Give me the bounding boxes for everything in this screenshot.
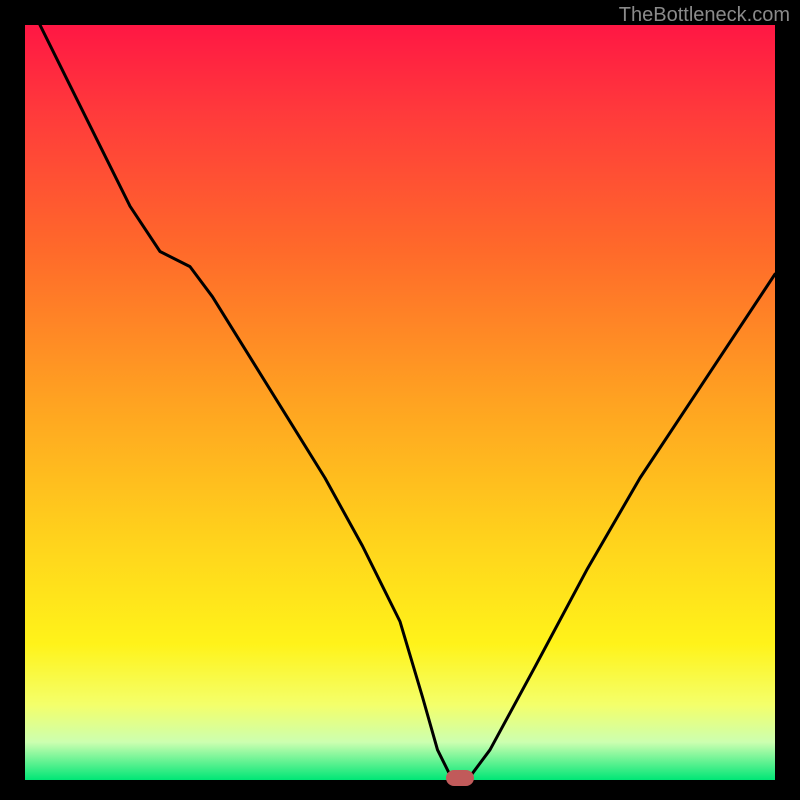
bottleneck-chart: [25, 25, 775, 780]
watermark-text: TheBottleneck.com: [619, 4, 790, 27]
chart-frame: TheBottleneck.com: [0, 0, 800, 800]
chart-background: [25, 25, 775, 780]
bottleneck-marker: [446, 770, 474, 786]
